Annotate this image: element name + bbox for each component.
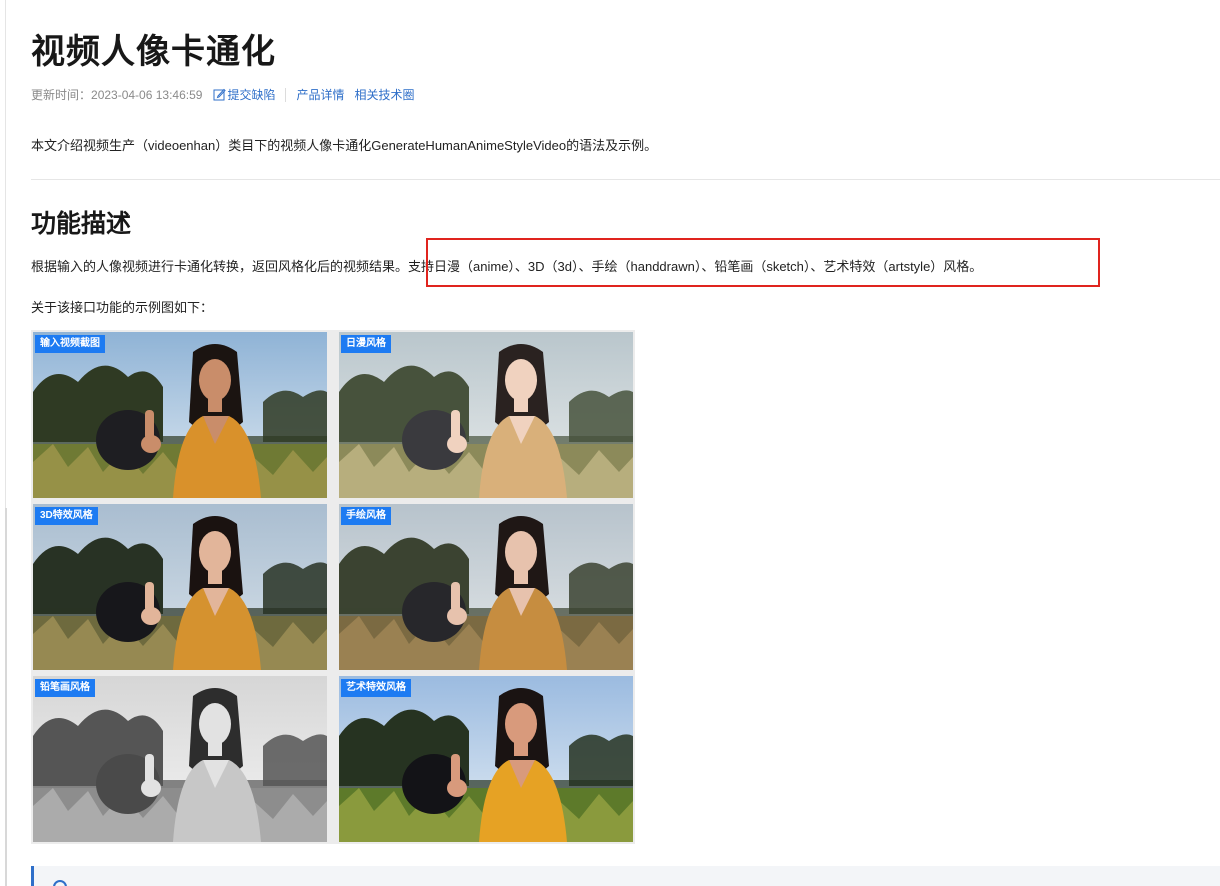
description-part-1: 根据输入的人像视频进行卡通化转换，返回风格化后的视频结果。 xyxy=(31,259,409,274)
example-label: 输入视频截图 xyxy=(35,335,105,353)
page-meta: 更新时间： 2023-04-06 13:46:59 提交缺陷 产品详情 相关技术… xyxy=(31,86,415,103)
example-label: 艺术特效风格 xyxy=(341,679,411,697)
intro-text: 本文介绍视频生产（videoenhan）类目下的视频人像卡通化GenerateH… xyxy=(31,138,658,153)
portrait-scene xyxy=(33,332,327,498)
example-label: 日漫风格 xyxy=(341,335,391,353)
updated-time: 2023-04-06 13:46:59 xyxy=(91,87,203,102)
example-intro-text: 关于该接口功能的示例图如下： xyxy=(31,300,214,315)
example-image-3d: 3D特效风格 xyxy=(33,504,327,670)
example-label: 手绘风格 xyxy=(341,507,391,525)
meta-divider xyxy=(285,87,287,102)
example-image-artstyle: 艺术特效风格 xyxy=(339,676,633,842)
example-image-handdrawn: 手绘风格 xyxy=(339,504,633,670)
portrait-scene xyxy=(33,676,327,842)
info-icon xyxy=(53,880,67,886)
section-heading: 功能描述 xyxy=(31,210,132,238)
edit-icon xyxy=(213,88,227,101)
example-image-sketch: 铅笔画风格 xyxy=(33,676,327,842)
portrait-scene xyxy=(339,504,633,670)
portrait-scene xyxy=(339,676,633,842)
product-detail-link[interactable]: 产品详情 xyxy=(296,86,344,103)
portrait-scene xyxy=(33,504,327,670)
highlight-annotation-box xyxy=(426,238,1100,287)
example-image-original: 输入视频截图 xyxy=(33,332,327,498)
tech-circle-link[interactable]: 相关技术圈 xyxy=(354,86,414,103)
example-image-anime: 日漫风格 xyxy=(339,332,633,498)
updated-label: 更新时间： xyxy=(31,88,92,102)
section-divider xyxy=(31,179,1220,180)
example-label: 3D特效风格 xyxy=(35,507,98,525)
page-title: 视频人像卡通化 xyxy=(31,33,276,71)
submit-bug-link[interactable]: 提交缺陷 xyxy=(227,86,275,103)
example-label: 铅笔画风格 xyxy=(35,679,95,697)
portrait-scene xyxy=(339,332,633,498)
example-image-grid: 输入视频截图 日漫风格 3D特效风格 手绘风格铅笔画风格 艺术特效风格 xyxy=(31,330,635,844)
left-scroll-indicator xyxy=(5,508,7,886)
note-box xyxy=(31,866,1220,886)
